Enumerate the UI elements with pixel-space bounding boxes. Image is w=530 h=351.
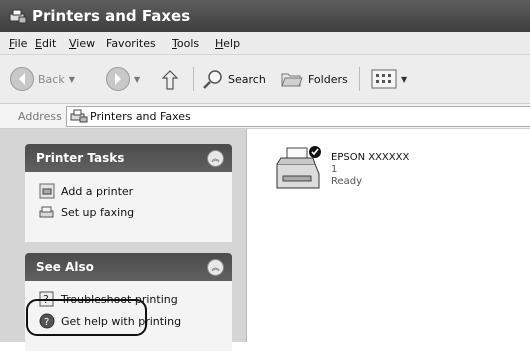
- menu-edit[interactable]: Edit: [35, 37, 56, 50]
- printer-icon: [276, 146, 321, 189]
- window-title: Printers and Faxes: [32, 7, 191, 25]
- printer-folder-icon: [9, 9, 27, 24]
- menu-bar: File Edit View Favorites Tools Help: [0, 32, 530, 55]
- printer-tasks-panel: Printer Tasks ︽ Add a printer Set up fax…: [25, 144, 232, 242]
- title-bar: Printers and Faxes: [0, 0, 530, 32]
- printer-document-count: 1: [331, 164, 338, 175]
- up-folder-icon[interactable]: [160, 69, 180, 91]
- collapse-chevron-icon[interactable]: ︽: [207, 150, 224, 167]
- printer-folder-icon: [70, 109, 88, 123]
- views-button[interactable]: ▼: [371, 69, 407, 89]
- search-button[interactable]: Search: [202, 69, 266, 89]
- see-also-title: See Also: [36, 260, 94, 274]
- address-field[interactable]: Printers and Faxes: [66, 106, 530, 127]
- address-label: Address: [18, 110, 62, 123]
- toolbar-separator: [193, 67, 194, 91]
- toolbar: Back ▼ ▼ Search Folders ▼: [0, 55, 530, 104]
- content-pane: EPSON XXXXXX 1 Ready: [246, 129, 530, 342]
- add-printer-icon: [39, 183, 55, 199]
- forward-button[interactable]: ▼: [106, 67, 140, 91]
- fax-icon: [39, 206, 54, 218]
- menu-favorites[interactable]: Favorites: [106, 37, 156, 50]
- address-value: Printers and Faxes: [90, 110, 191, 123]
- search-icon: [203, 70, 222, 89]
- menu-file[interactable]: File: [9, 37, 27, 50]
- views-icon: [371, 69, 397, 89]
- highlight-oval: [26, 299, 147, 336]
- views-dropdown-icon: ▼: [401, 74, 408, 84]
- forward-dropdown-icon[interactable]: ▼: [134, 75, 140, 84]
- toolbar-separator: [359, 67, 360, 91]
- task-pane: Printer Tasks ︽ Add a printer Set up fax…: [0, 129, 246, 351]
- printer-name: EPSON XXXXXX: [331, 152, 410, 163]
- printer-tasks-body: Add a printer Set up faxing: [25, 172, 232, 242]
- back-arrow-icon: [10, 67, 34, 91]
- printer-status: Ready: [331, 176, 363, 187]
- address-bar: Address Printers and Faxes: [0, 104, 530, 129]
- folders-button[interactable]: Folders: [280, 69, 348, 89]
- add-printer-link[interactable]: Add a printer: [39, 182, 133, 200]
- see-also-header[interactable]: See Also ︽: [25, 253, 232, 281]
- menu-tools[interactable]: Tools: [172, 37, 199, 50]
- back-dropdown-icon[interactable]: ▼: [69, 75, 75, 84]
- printer-label: EPSON XXXXXX 1 Ready: [331, 152, 409, 188]
- printer-tasks-header[interactable]: Printer Tasks ︽: [25, 144, 232, 172]
- folders-icon: [281, 73, 303, 87]
- menu-help[interactable]: Help: [215, 37, 240, 50]
- menu-view[interactable]: View: [69, 37, 95, 50]
- back-button[interactable]: Back ▼: [10, 67, 75, 91]
- collapse-chevron-icon[interactable]: ︽: [207, 259, 224, 276]
- forward-arrow-icon: [106, 67, 130, 91]
- set-up-faxing-link[interactable]: Set up faxing: [39, 203, 134, 221]
- printer-tasks-title: Printer Tasks: [36, 151, 125, 165]
